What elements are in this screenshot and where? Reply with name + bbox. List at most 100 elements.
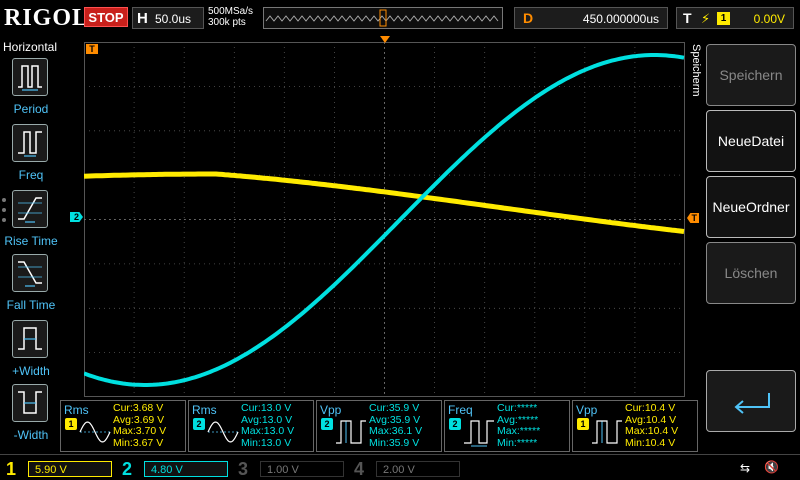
measure-positive-width-label: +Width [12, 364, 50, 378]
measurement-stats: Cur:***** Avg:***** Max:***** Min:***** [497, 402, 541, 449]
trigger-display[interactable]: T ⚡ 1 0.00V [676, 7, 794, 29]
measurement-waveform-icon [79, 421, 111, 443]
measurement-current: Cur:***** [497, 402, 538, 414]
sample-rate: 500MSa/s [208, 6, 254, 17]
measurement-source: 1 [577, 418, 589, 430]
memory-waveform-strip [263, 7, 503, 29]
speaker-muted-icon: 🔇 [764, 460, 779, 474]
new-file-softkey[interactable]: NeueDatei [706, 110, 796, 172]
measure-negative-width-button[interactable]: -Width [0, 384, 62, 444]
measure-category-title: Horizontal [3, 40, 58, 54]
measurement-stats: Cur:13.0 V Avg:13.0 V Max:13.0 V Min:13.0 V [241, 402, 295, 449]
measurement-box[interactable]: Vpp 2 Cur:35.9 V Avg:35.9 V Max:36.1 V Min:35… [316, 400, 442, 452]
measurement-type: Freq [448, 403, 473, 417]
measure-rise-time-button[interactable]: Rise Time [0, 190, 62, 250]
measurement-max: Max:***** [497, 425, 541, 437]
channel-3-tag[interactable]: 3 1.00 V [234, 458, 346, 480]
measurement-source: 2 [449, 418, 461, 430]
timebase-display[interactable]: H 50.0us [132, 7, 204, 29]
measurement-stats: Cur:10.4 V Avg:10.4 V Max:10.4 V Min:10.4 V [625, 402, 679, 449]
measurement-box[interactable]: Vpp 1 Cur:10.4 V Avg:10.4 V Max:10.4 V Min:10… [572, 400, 698, 452]
memory-depth: 300k pts [208, 17, 246, 28]
measure-fall-time-button[interactable]: Fall Time [0, 254, 62, 314]
measurement-type: Rms [64, 403, 89, 417]
measurement-box[interactable]: Rms 2 Cur:13.0 V Avg:13.0 V Max:13.0 V Min:13… [188, 400, 314, 452]
measurement-min: Min:***** [497, 436, 538, 449]
channel-scale: 2.00 V [376, 461, 460, 477]
new-file-softkey-label: NeueDatei [717, 133, 785, 149]
channel-number: 4 [354, 459, 365, 479]
new-folder-softkey[interactable]: NeueOrdner [706, 176, 796, 238]
rising-edge-icon: ⚡ [701, 11, 711, 26]
channel-4-tag[interactable]: 4 2.00 V [350, 458, 462, 480]
timebase-label: H [137, 10, 148, 27]
freq-icon [12, 124, 48, 162]
brand-logo: RIGOL [4, 5, 90, 31]
measure-positive-width-button[interactable]: +Width [0, 320, 62, 380]
run-stop-status[interactable]: STOP [84, 7, 128, 27]
softkey-menu-panel: Speicherm Speichern NeueDatei NeueOrdner… [688, 36, 800, 452]
channel-1-tag[interactable]: 1 5.90 V [2, 458, 114, 480]
timebase-value: 50.0us [155, 12, 192, 26]
waveform-display[interactable] [84, 42, 685, 397]
measurement-current: Cur:10.4 V [625, 402, 676, 414]
memory-strip-waveform [265, 9, 499, 27]
delay-value: 450.000000us [582, 12, 659, 26]
measurement-max: Max:36.1 V [369, 425, 423, 437]
channel-2-tag[interactable]: 2 4.80 V [118, 458, 230, 480]
measurement-min: Min:3.67 V [113, 436, 164, 449]
waveform-graticule [84, 42, 685, 397]
measurement-box[interactable]: Freq 2 Cur:***** Avg:***** Max:***** Min:****… [444, 400, 570, 452]
channel-scale: 5.90 V [28, 461, 112, 477]
measurement-current: Cur:35.9 V [369, 402, 420, 414]
menu-title: Speicherm [690, 44, 702, 97]
trigger-position-marker: T [86, 44, 98, 54]
measurement-waveform-icon [464, 420, 494, 447]
measurement-min: Min:10.4 V [625, 436, 676, 449]
delay-label: D [523, 10, 534, 26]
measure-freq-label: Freq [18, 168, 44, 182]
measurement-results-bar: Rms 1 Cur:3.68 V Avg:3.69 V Max:3.70 V Min:3.… [58, 400, 698, 452]
save-softkey-label: Speichern [719, 67, 783, 83]
measurement-type: Vpp [576, 403, 598, 417]
measurement-type: Rms [192, 403, 217, 417]
channel-number: 3 [238, 459, 249, 479]
measurement-current: Cur:13.0 V [241, 402, 292, 414]
channel-status-bar: 1 5.90 V 2 4.80 V 3 1.00 V 4 2.00 V ⇆ 🔇 [0, 454, 800, 480]
measurement-waveform-icon [592, 420, 622, 444]
measurement-max: Max:10.4 V [625, 425, 679, 437]
measure-rise-time-label: Rise Time [4, 234, 58, 248]
measurement-source: 1 [65, 418, 77, 430]
channel-scale: 1.00 V [260, 461, 344, 477]
return-arrow-icon [734, 393, 770, 414]
delay-display[interactable]: D 450.000000us [514, 7, 668, 29]
measurement-waveform-icon [336, 420, 366, 444]
trigger-time-marker [380, 36, 390, 43]
delete-softkey[interactable]: Löschen [706, 242, 796, 304]
trigger-source: 1 [717, 12, 730, 25]
trigger-level: 0.00V [753, 12, 785, 26]
measurement-box[interactable]: Rms 1 Cur:3.68 V Avg:3.69 V Max:3.70 V Min:3.… [60, 400, 186, 452]
trigger-label: T [683, 10, 692, 26]
save-softkey[interactable]: Speichern [706, 44, 796, 106]
measurement-current: Cur:3.68 V [113, 402, 164, 414]
ch2-offset-marker[interactable]: 2 [70, 212, 83, 222]
fall-time-icon [12, 254, 48, 292]
measurement-stats: Cur:3.68 V Avg:3.69 V Max:3.70 V Min:3.67 V [113, 402, 167, 449]
measurement-stats: Cur:35.9 V Avg:35.9 V Max:36.1 V Min:35.9 V [369, 402, 423, 449]
measurement-max: Max:3.70 V [113, 425, 167, 437]
measurement-min: Min:35.9 V [369, 436, 420, 449]
return-softkey[interactable] [706, 370, 796, 432]
top-status-bar: RIGOL STOP H 50.0us 500MSa/s 300k pts D … [0, 0, 800, 36]
measure-freq-button[interactable]: Freq [0, 124, 62, 184]
delete-softkey-label: Löschen [724, 265, 778, 281]
measure-negative-width-label: -Width [13, 428, 49, 442]
positive-width-icon [12, 320, 48, 358]
measurement-min: Min:13.0 V [241, 436, 292, 449]
measurement-source: 2 [193, 418, 205, 430]
measurement-source: 2 [321, 418, 333, 430]
measurement-waveform-icon [207, 421, 239, 443]
measure-period-label: Period [13, 102, 49, 116]
measurement-max: Max:13.0 V [241, 425, 295, 437]
measure-period-button[interactable]: Period [0, 58, 62, 118]
